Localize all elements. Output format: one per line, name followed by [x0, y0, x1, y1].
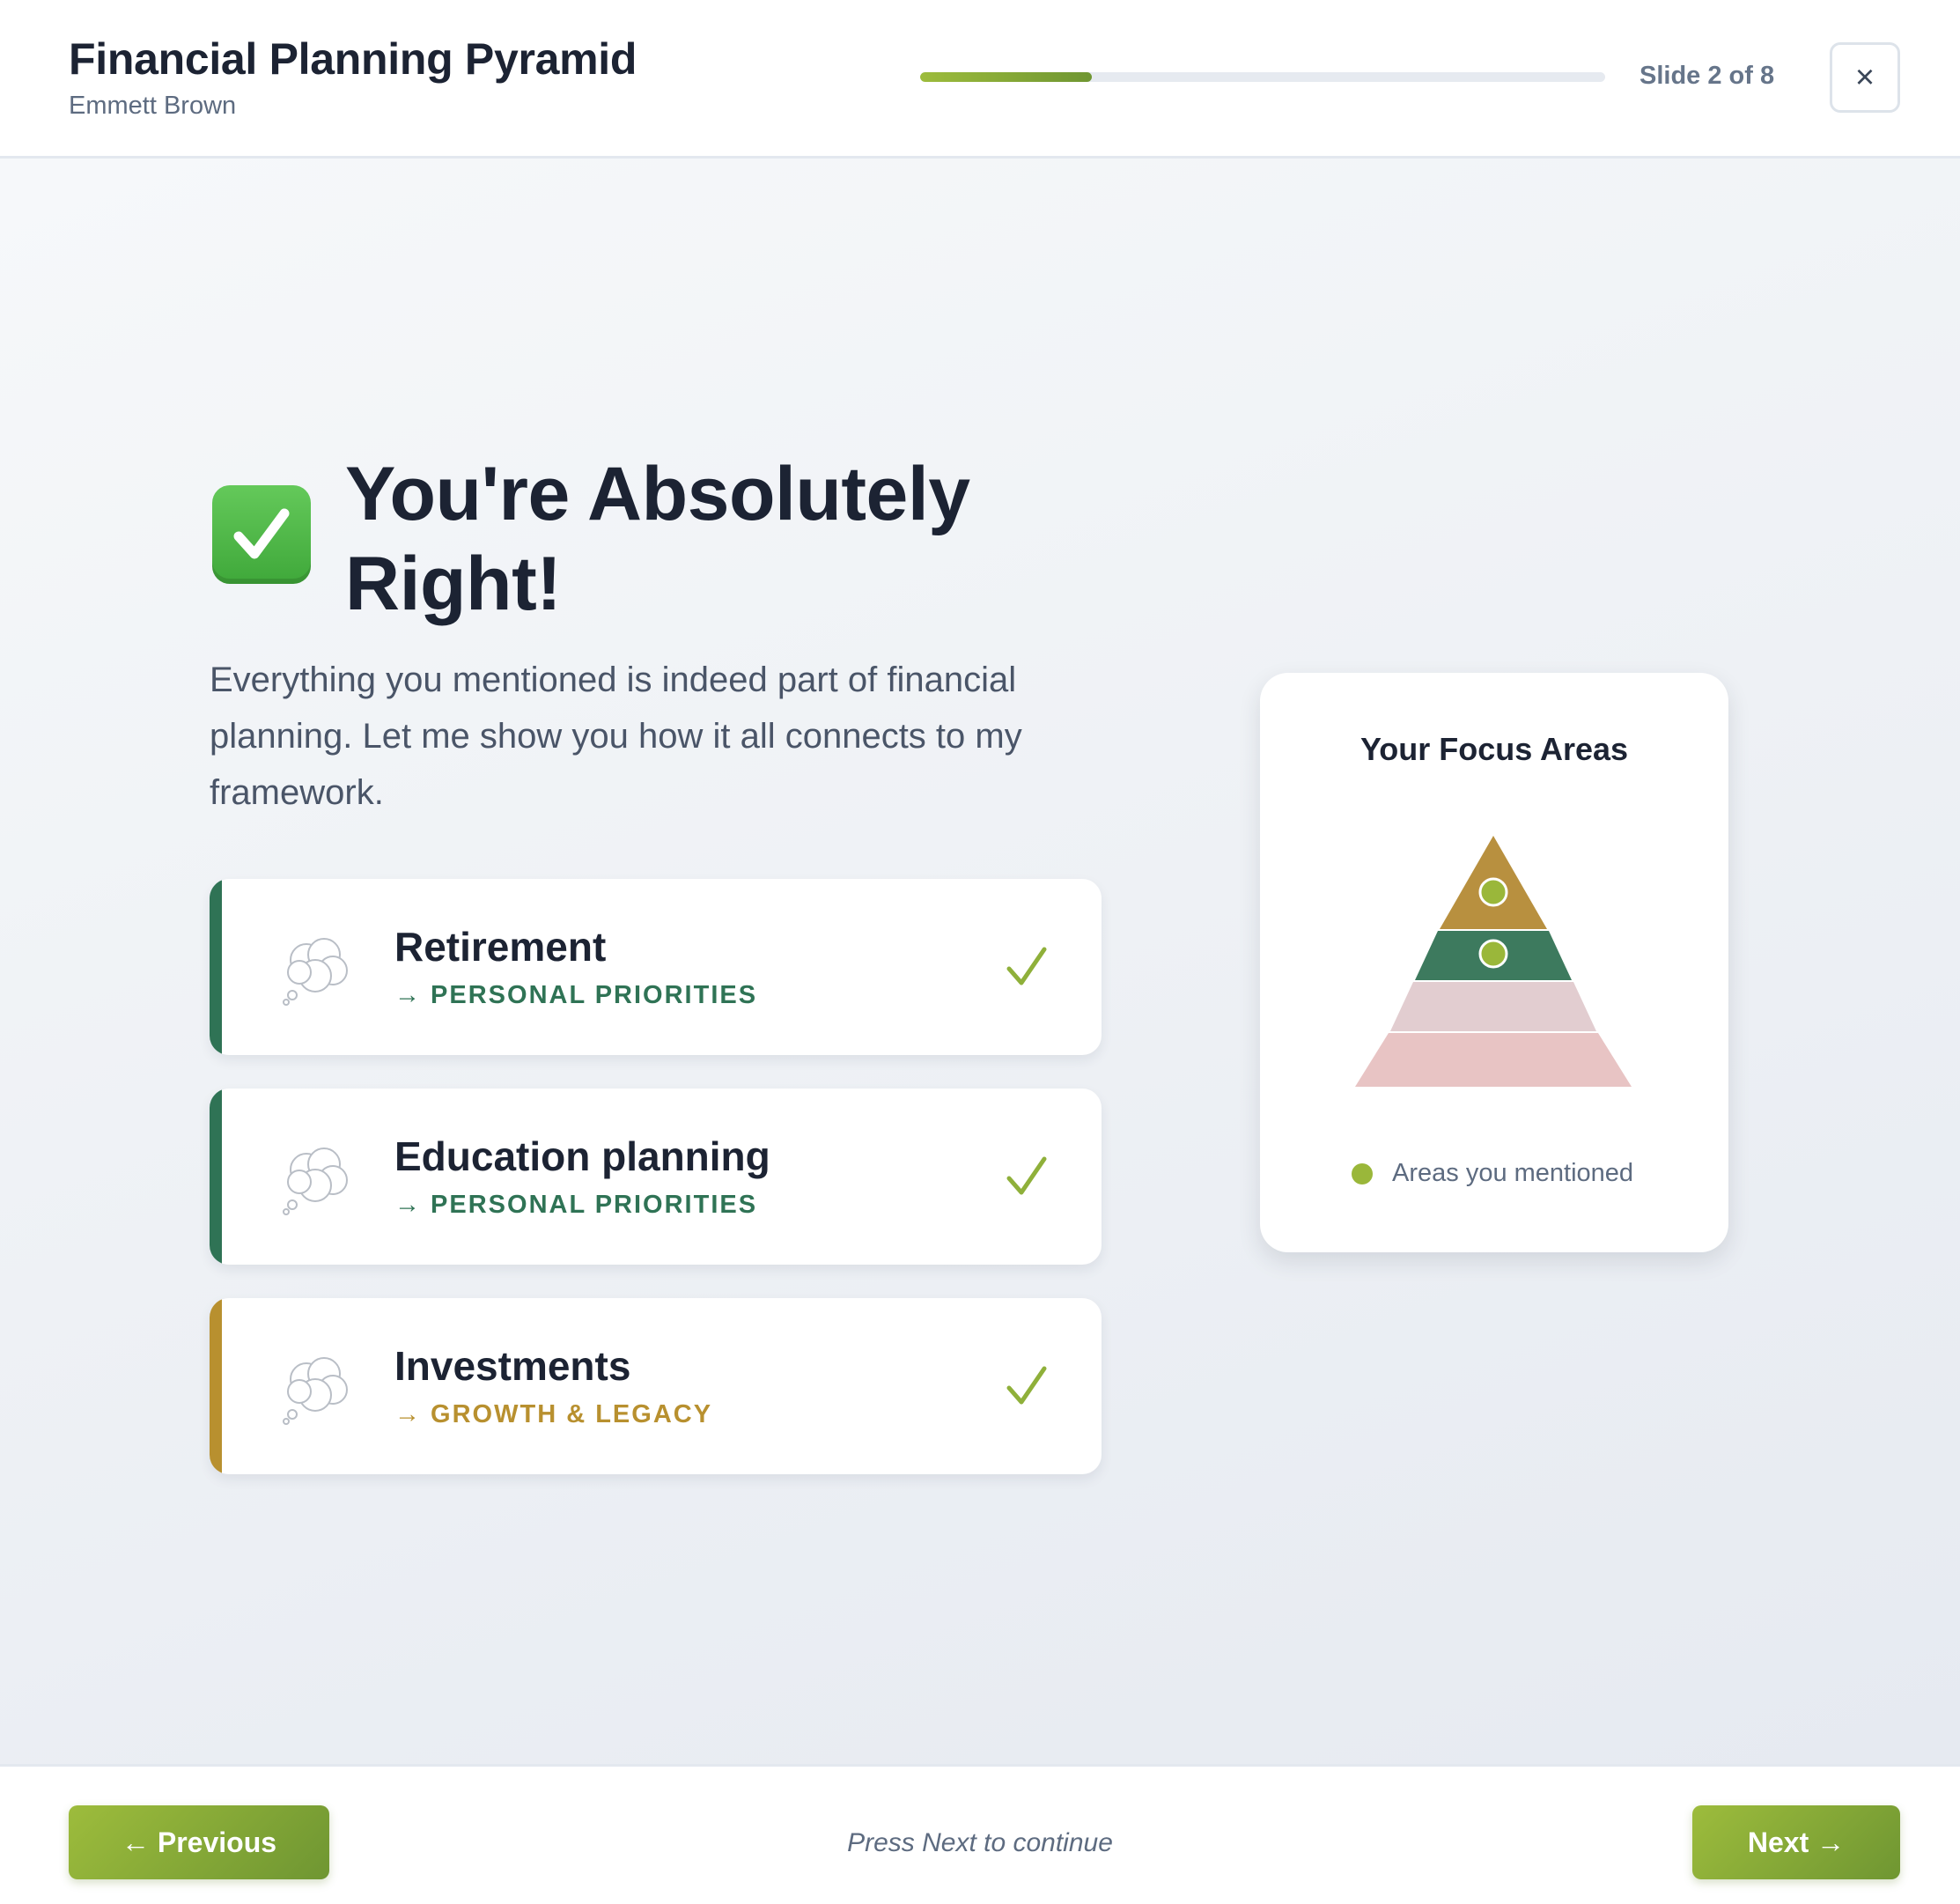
slide-counter: Slide 2 of 8 [1639, 62, 1775, 90]
list-item: Education planning → PERSONAL PRIORITIES [210, 1089, 1102, 1265]
header: Financial Planning Pyramid Emmett Brown … [0, 0, 1960, 159]
check-icon [1006, 947, 1047, 985]
item-title: Education planning [394, 1133, 770, 1179]
item-accent [210, 1089, 222, 1265]
item-title: Investments [394, 1343, 631, 1389]
progress-bar [920, 72, 1605, 82]
mention-marker [1478, 939, 1508, 969]
item-category: → PERSONAL PRIORITIES [394, 981, 758, 1009]
hero-description: Everything you mentioned is indeed part … [210, 660, 1022, 812]
item-accent [210, 1298, 222, 1474]
continue-hint: Press Next to continue [847, 1828, 1113, 1857]
thought-balloon-icon [283, 1148, 348, 1215]
legend-label: Areas you mentioned [1392, 1159, 1634, 1187]
close-icon: × [1854, 58, 1875, 96]
focus-areas-title: Your Focus Areas [1359, 731, 1629, 767]
item-category: → GROWTH & LEGACY [394, 1400, 713, 1428]
page-title: Financial Planning Pyramid [69, 34, 637, 84]
legend: Areas you mentioned [1352, 1159, 1633, 1188]
item-category: → PERSONAL PRIORITIES [394, 1191, 758, 1219]
progress-fill [920, 72, 1092, 82]
pyramid-tier-third [1390, 982, 1596, 1031]
close-button[interactable]: × [1830, 42, 1900, 113]
thought-balloon-icon [283, 938, 348, 1006]
client-name: Emmett Brown [69, 92, 237, 120]
check-icon [1006, 1156, 1047, 1195]
pyramid-diagram [1355, 836, 1632, 1087]
list-item: Retirement → PERSONAL PRIORITIES [210, 879, 1102, 1055]
next-button[interactable]: Next → [1692, 1805, 1900, 1879]
legend-dot [1352, 1162, 1373, 1184]
thought-balloon-icon [283, 1357, 348, 1425]
footer: ← Previous Press Next to continue Next → [0, 1764, 1960, 1904]
focus-areas-card: Your Focus Areas Areas you mentioned [1260, 673, 1728, 1252]
mention-marker [1478, 877, 1508, 907]
check-mark-icon [212, 485, 311, 584]
item-title: Retirement [394, 924, 607, 970]
item-accent [210, 879, 222, 1055]
check-icon [1006, 1366, 1047, 1405]
list-item: Investments → GROWTH & LEGACY [210, 1298, 1102, 1474]
hero-title: You're Absolutely Right! [345, 452, 970, 626]
pyramid-tier-base [1355, 1033, 1632, 1087]
